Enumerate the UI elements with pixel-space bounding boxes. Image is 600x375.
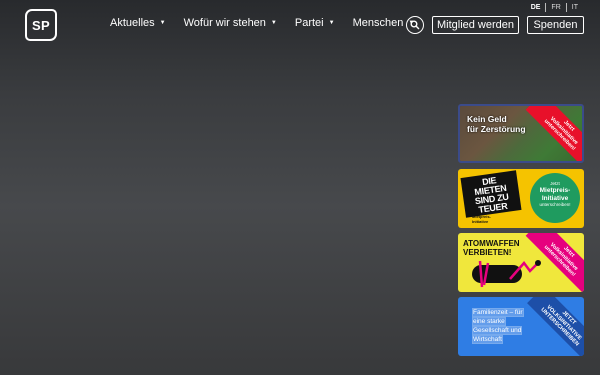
lang-de[interactable]: DE: [526, 3, 546, 12]
initiative-badge: Jetzt Mietpreis- Initiative unterschreib…: [530, 173, 580, 223]
mieten-headline: DIE MIETEN SIND ZU TEUER: [460, 170, 522, 218]
donate-button[interactable]: Spenden: [527, 16, 584, 34]
search-icon: [410, 20, 420, 30]
search-button[interactable]: [406, 16, 424, 34]
chevron-down-icon: ▼: [270, 20, 277, 26]
nuclear-missile-icon: [472, 260, 541, 288]
sp-logo[interactable]: SP: [25, 9, 57, 41]
campaign-card-familienzeit[interactable]: Familienzeit – für eine starke Gesellsch…: [458, 297, 584, 356]
campaign-card-kein-geld[interactable]: Kein Geld für Zerstörung Jetzt Volksinit…: [458, 104, 584, 163]
campaign-card-mietpreis[interactable]: DIE MIETEN SIND ZU TEUER Mietpreis- Init…: [458, 169, 584, 228]
nav-item-menschen[interactable]: Menschen ▼: [353, 17, 415, 29]
main-nav: Aktuelles ▼ Wofür wir stehen ▼ Partei ▼ Men…: [110, 17, 414, 29]
card-title: Kein Geld für Zerstörung: [467, 114, 526, 134]
sign-now-ribbon: JETZT VOLKSINITIATIVE UNTERSCHREIBEN: [527, 297, 584, 356]
lang-fr[interactable]: FR: [545, 3, 565, 12]
nav-item-wofuer-wir-stehen[interactable]: Wofür wir stehen ▼: [184, 17, 277, 29]
card-title: Familienzeit – für eine starke Gesellsch…: [473, 309, 523, 343]
language-switcher: DE FR IT: [526, 3, 583, 12]
lang-it[interactable]: IT: [565, 3, 583, 12]
chevron-down-icon: ▼: [328, 20, 335, 26]
campaign-card-atomwaffen[interactable]: ATOMWAFFEN VERBIETEN! Jetzt Volksinitiat…: [458, 233, 584, 292]
nav-item-partei[interactable]: Partei ▼: [295, 17, 335, 29]
chevron-down-icon: ▼: [159, 20, 166, 26]
card-title: ATOMWAFFEN VERBIETEN!: [463, 239, 520, 257]
nav-item-aktuelles[interactable]: Aktuelles ▼: [110, 17, 166, 29]
become-member-button[interactable]: Mitglied werden: [432, 16, 519, 34]
initiative-label: Mietpreis- Initiative: [472, 214, 491, 224]
